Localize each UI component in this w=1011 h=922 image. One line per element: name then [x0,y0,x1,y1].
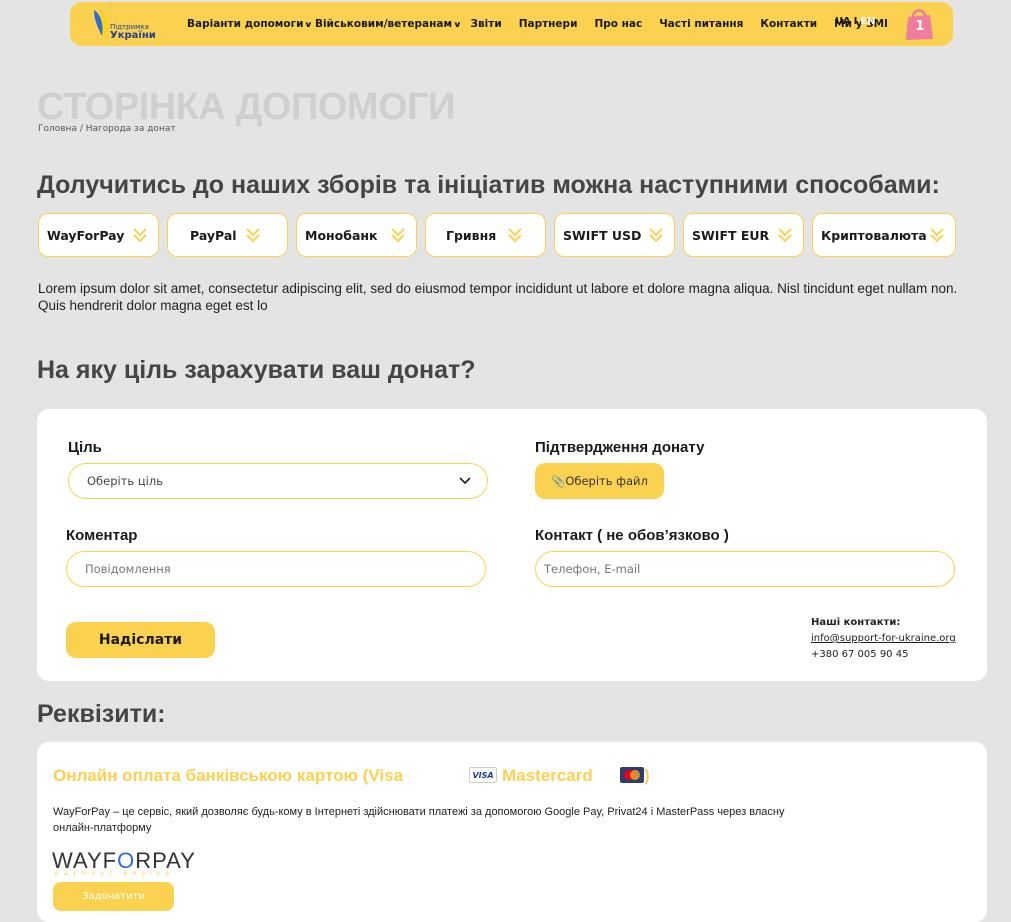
method-wayforpay[interactable]: WayForPay [38,213,159,257]
lang-ua[interactable]: UA [835,16,851,27]
our-contacts: Наші контакти: info@support-for-ukraine.… [811,615,956,663]
logo-line2: України [110,30,156,41]
double-chevron-down-icon [508,228,522,243]
cart-count-badge: 1 [915,19,925,34]
double-chevron-down-icon [391,228,405,243]
nav-about[interactable]: Про нас [594,18,642,30]
wayforpay-description: WayForPay – це сервіс, який дозволяє буд… [53,806,785,834]
language-switcher: UA I EN [835,16,876,27]
lang-separator: I [853,16,858,27]
choose-file-button[interactable]: 📎Оберіть файл [535,463,664,499]
requisites-heading: Реквізити: [37,700,166,728]
main-nav: Варіанти допомоги ∨ Військовим/ветеранам ∨… [187,2,888,46]
comment-input[interactable] [66,551,486,587]
double-chevron-down-icon [778,228,792,243]
nav-reports[interactable]: Звіти [471,18,502,30]
title-close-paren: ) [644,766,650,785]
chevron-down-icon: ∨ [304,19,314,29]
nav-faq[interactable]: Часті питання [659,18,743,30]
top-nav-bar: Підтримка України Варіанти допомоги ∨ Вій… [70,2,953,46]
goal-select[interactable]: Оберіть ціль [68,463,488,499]
goal-heading: На яку ціль зарахувати ваш донат? [37,356,476,384]
chevron-down-icon [459,477,471,485]
submit-button[interactable]: Надіслати [66,622,215,658]
contact-input[interactable] [535,551,955,587]
contacts-title: Наші контакти: [811,617,901,628]
nav-partners[interactable]: Партнери [519,18,578,30]
lang-en[interactable]: EN [860,16,875,27]
wayforpay-logo-subtitle: payment engine [55,870,175,877]
cart-button[interactable]: 1 [900,5,938,43]
method-crypto[interactable]: Криптовалюта [812,213,956,257]
double-chevron-down-icon [930,228,944,243]
site-logo[interactable]: Підтримка України [90,6,156,42]
goal-label: Ціль [68,439,102,456]
ways-heading: Долучитись до наших зборів та ініціатив … [37,171,940,199]
breadcrumb: Головна / Нагорода за донат [38,124,176,134]
contacts-phone[interactable]: +380 67 005 90 45 [811,647,956,663]
card-payment-title: Онлайн оплата банківською картою (Visa [53,766,404,785]
method-monobank[interactable]: Монобанк [296,213,417,257]
payment-methods: WayForPay PayPal Монобанк Гривня SWIFT U… [38,213,956,257]
page-title: СТОРІНКА ДОПОМОГИ [37,86,455,128]
requisites-card: Онлайн оплата банківською картою (Visa V… [37,742,987,922]
mastercard-label: Mastercard [502,766,593,785]
donation-form: Ціль Оберіть ціль Підтвердження донату 📎… [37,409,987,681]
visa-icon: VISA [469,767,497,783]
double-chevron-down-icon [133,228,147,243]
donate-button[interactable]: Задонатити [53,882,174,911]
method-paypal[interactable]: PayPal [167,213,288,257]
mastercard-icon [620,767,644,783]
method-swift-usd[interactable]: SWIFT USD [554,213,675,257]
double-chevron-down-icon [246,228,260,243]
nav-military-veterans[interactable]: Військовим/ветеранам ∨ [315,18,462,30]
method-hryvnia[interactable]: Гривня [425,213,546,257]
comment-label: Коментар [66,527,138,544]
confirm-label: Підтвердження донату [535,439,705,456]
chevron-down-icon: ∨ [452,19,462,29]
intro-text: Lorem ipsum dolor sit amet, consectetur … [38,281,958,313]
nav-help-options[interactable]: Варіанти допомоги ∨ [187,18,314,30]
contacts-email-link[interactable]: info@support-for-ukraine.org [811,631,956,647]
double-chevron-down-icon [649,228,663,243]
method-swift-eur[interactable]: SWIFT EUR [683,213,804,257]
nav-contacts[interactable]: Контакти [760,18,817,30]
contact-label: Контакт ( не обов’язково ) [535,527,729,544]
